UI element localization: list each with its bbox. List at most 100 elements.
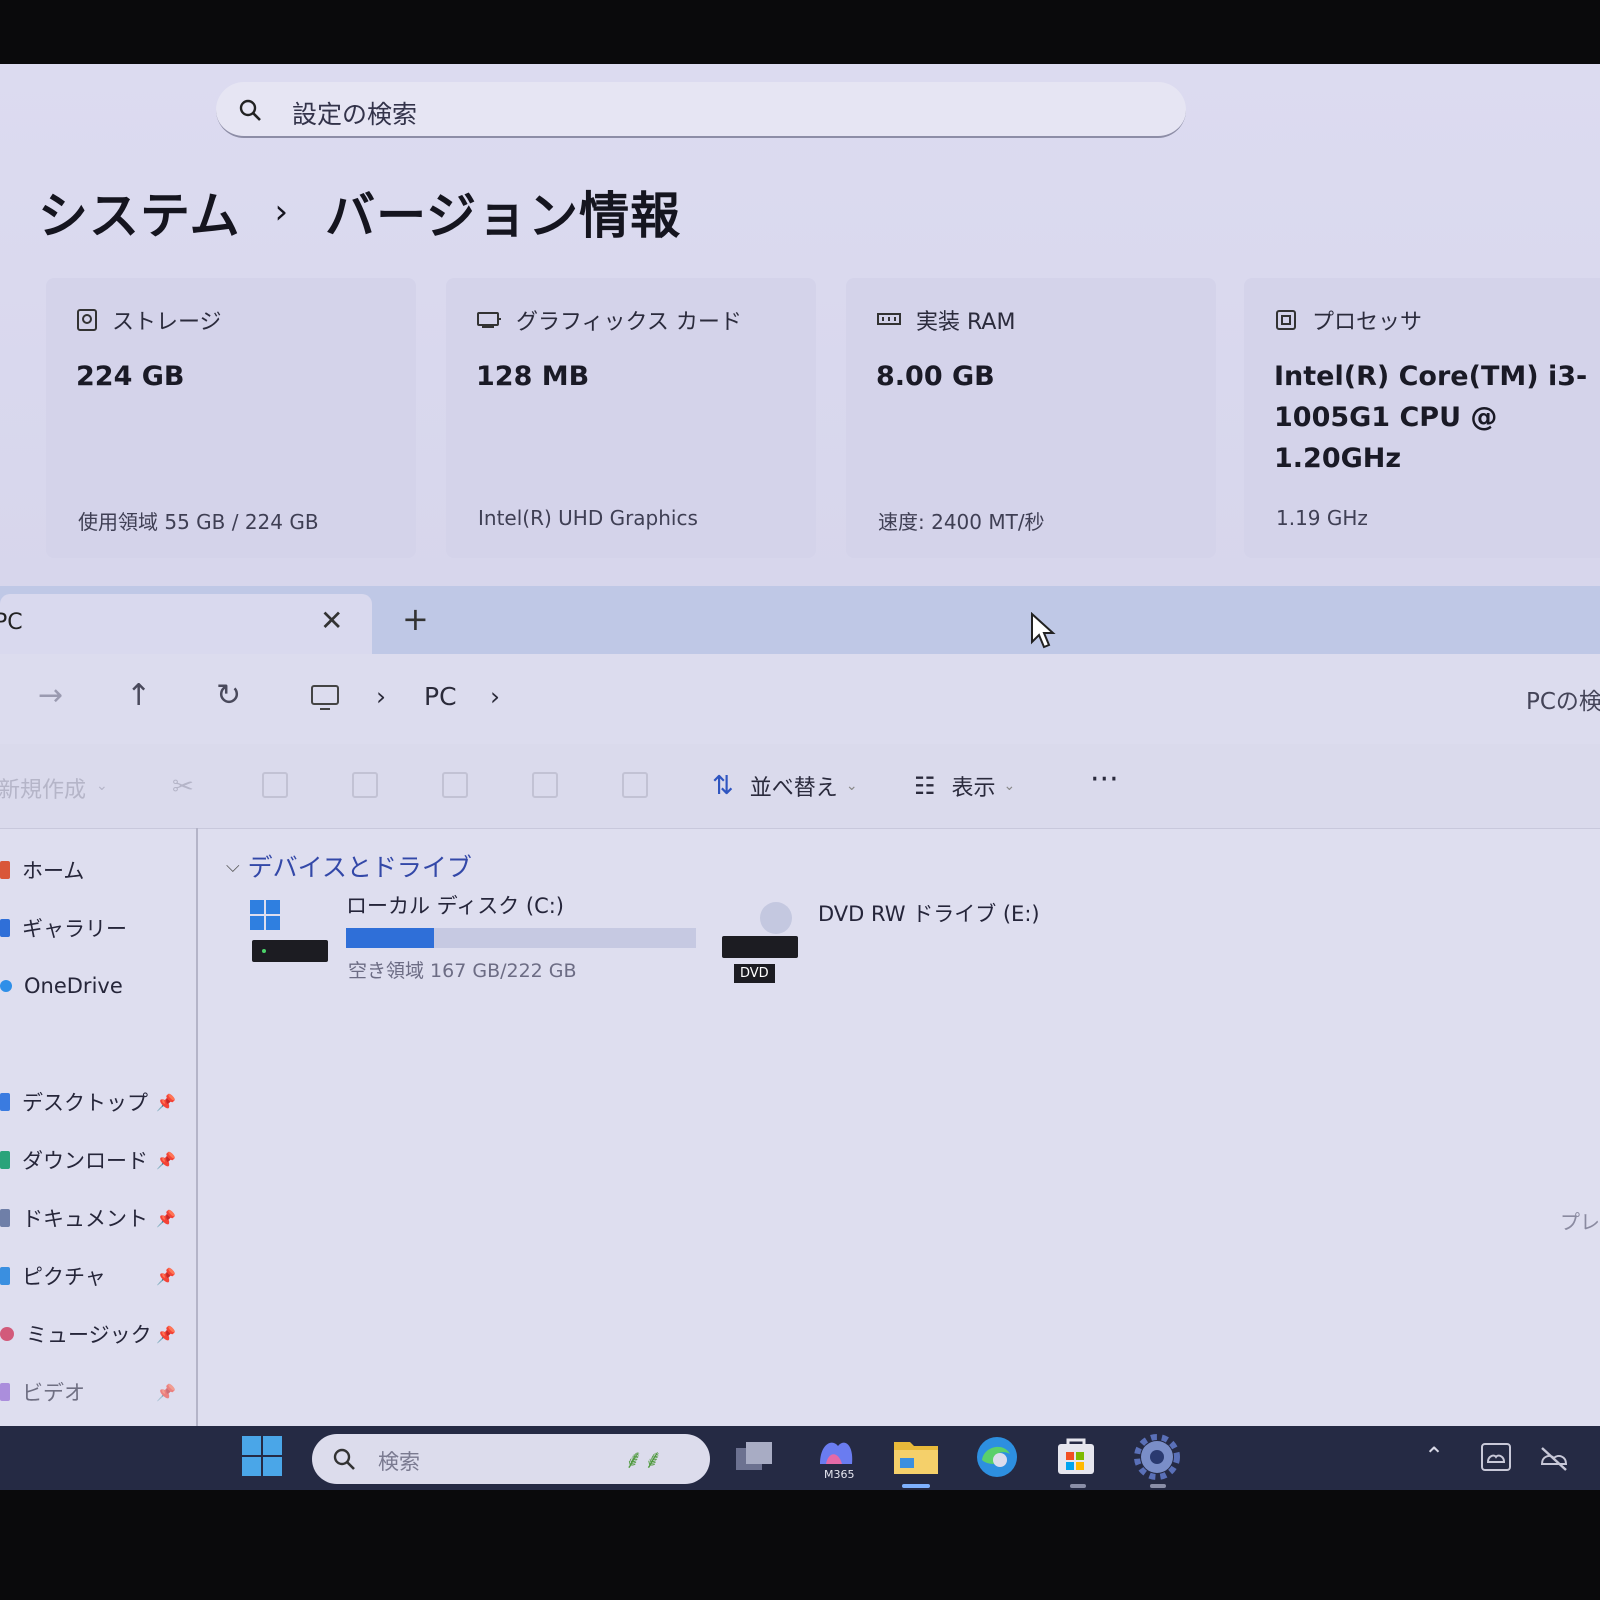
edge-icon — [977, 1437, 1017, 1477]
refresh-icon[interactable]: ↻ — [216, 678, 241, 713]
spec-label: プロセッサ — [1312, 310, 1423, 335]
chevron-up-icon[interactable]: ⌃ — [1424, 1442, 1444, 1470]
settings-search-input[interactable]: 設定の検索 — [216, 82, 1186, 138]
pin-icon[interactable]: 📌 — [156, 1151, 176, 1170]
sidebar-item-home[interactable]: ホーム — [0, 850, 84, 890]
up-arrow-icon[interactable]: ↑ — [126, 678, 151, 713]
onedrive-sync-icon[interactable] — [1480, 1442, 1512, 1472]
new-button[interactable]: 新規作成 — [0, 772, 86, 804]
sidebar-item-onedrive[interactable]: OneDrive — [0, 966, 123, 1006]
chevron-down-icon: ⌄ — [845, 778, 858, 794]
file-explorer-window: PC ✕ + → ↑ ↻ › PC › PCの検索 新規作成 ⌄ ✂ ⇅ — [0, 586, 1600, 1426]
share-icon[interactable] — [532, 772, 558, 798]
file-explorer-icon — [894, 1442, 938, 1474]
network-off-icon[interactable] — [1538, 1444, 1570, 1472]
pin-icon[interactable]: 📌 — [156, 1209, 176, 1228]
spec-label: ストレージ — [112, 310, 222, 335]
document-icon — [0, 1209, 10, 1227]
pc-monitor-icon — [311, 685, 339, 710]
sidebar-item-desktop[interactable]: デスクトップ 📌 — [0, 1082, 176, 1122]
active-app-indicator — [902, 1484, 930, 1488]
spec-sub: Intel(R) UHD Graphics — [478, 506, 698, 530]
spec-value: 224 GB — [76, 361, 185, 392]
drive-usage-fill — [346, 928, 434, 948]
start-button[interactable] — [240, 1434, 288, 1482]
drive-free-space: 空き領域 167 GB/222 GB — [348, 960, 577, 982]
task-view-button[interactable] — [730, 1434, 778, 1482]
video-icon — [0, 1383, 10, 1401]
spec-value: 8.00 GB — [876, 361, 995, 392]
m365-copilot-button[interactable]: M365 — [812, 1434, 860, 1482]
m365-label: M365 — [824, 1468, 855, 1481]
sidebar-item-downloads[interactable]: ダウンロード 📌 — [0, 1140, 176, 1180]
store-button[interactable] — [1054, 1434, 1102, 1488]
drive-name: DVD RW ドライブ (E:) — [818, 902, 1040, 926]
preview-pane-label[interactable]: プレビ — [1560, 1206, 1600, 1235]
pin-icon[interactable]: 📌 — [156, 1383, 176, 1402]
pin-icon[interactable]: 📌 — [156, 1267, 176, 1286]
drive-name: ローカル ディスク (C:) — [346, 894, 565, 918]
sidebar-item-label: ホーム — [22, 859, 85, 883]
chevron-right-icon[interactable]: › — [376, 682, 386, 711]
search-icon — [333, 1448, 355, 1470]
rename-icon[interactable] — [442, 772, 468, 798]
sidebar-item-documents[interactable]: ドキュメント 📌 — [0, 1198, 176, 1238]
spec-label: グラフィックス カード — [516, 310, 742, 335]
sidebar-item-pictures[interactable]: ピクチャ 📌 — [0, 1256, 176, 1296]
sidebar-item-label: デスクトップ — [22, 1091, 148, 1115]
sidebar-item-label: ドキュメント — [22, 1207, 148, 1231]
sidebar-item-music[interactable]: ミュージック 📌 — [0, 1314, 176, 1354]
page-title: バージョン情報 — [325, 187, 682, 245]
home-icon — [0, 861, 10, 879]
chevron-right-icon: › — [274, 192, 290, 232]
spec-label: 実装 RAM — [916, 310, 1016, 335]
address-crumb-pc[interactable]: PC — [424, 682, 457, 711]
settings-search-placeholder: 設定の検索 — [292, 100, 418, 129]
sidebar-item-videos[interactable]: ビデオ 📌 — [0, 1372, 176, 1412]
running-app-indicator — [1070, 1484, 1086, 1488]
sidebar-item-gallery[interactable]: ギャラリー — [0, 908, 127, 948]
chevron-down-icon: ⌄ — [96, 778, 108, 794]
group-title: デバイスとドライブ — [247, 853, 472, 882]
sort-label: 並べ替え — [749, 776, 838, 801]
delete-icon[interactable] — [622, 772, 648, 798]
chevron-down-icon: ⌄ — [1003, 778, 1016, 794]
address-bar: → ↑ ↻ › PC › PCの検索 — [0, 654, 1600, 744]
sidebar-item-label: ダウンロード — [22, 1149, 148, 1173]
sidebar-item-label: ギャラリー — [22, 917, 127, 941]
drive-item-e[interactable]: DVD DVD RW ドライブ (E:) — [720, 888, 1140, 988]
view-list-icon: ☷ — [914, 772, 936, 800]
sort-button[interactable]: ⇅ 並べ替え ⌄ — [712, 770, 858, 802]
picture-icon — [0, 1267, 10, 1285]
explorer-search-input[interactable]: PCの検索 — [1526, 682, 1600, 716]
spec-sub: 使用領域 55 GB / 224 GB — [78, 510, 319, 534]
chevron-right-icon[interactable]: › — [490, 682, 500, 711]
copy-icon[interactable] — [262, 772, 288, 798]
tab-pc[interactable]: PC ✕ — [0, 594, 372, 654]
pin-icon[interactable]: 📌 — [156, 1325, 176, 1344]
forward-icon[interactable]: → — [38, 678, 63, 713]
settings-button[interactable] — [1134, 1434, 1182, 1488]
edge-button[interactable] — [974, 1434, 1022, 1482]
close-icon[interactable]: ✕ — [320, 604, 343, 637]
spec-card-processor: プロセッサ Intel(R) Core(TM) i3-1005G1 CPU @ … — [1244, 278, 1600, 558]
spec-card-graphics: グラフィックス カード 128 MB Intel(R) UHD Graphics — [446, 278, 816, 558]
local-disk-icon — [250, 900, 328, 962]
taskbar-search-input[interactable]: 検索 ⸙⸙ — [312, 1434, 710, 1484]
paste-icon[interactable] — [352, 772, 378, 798]
spec-value: 128 MB — [476, 361, 590, 392]
gallery-icon — [0, 919, 10, 937]
drive-item-c[interactable]: ローカル ディスク (C:) 空き領域 167 GB/222 GB — [220, 888, 700, 988]
file-explorer-button[interactable] — [892, 1434, 940, 1488]
cut-icon[interactable]: ✂ — [172, 772, 194, 802]
view-button[interactable]: ☷ 表示 ⌄ — [914, 770, 1015, 802]
taskbar-search-placeholder: 検索 — [378, 1450, 420, 1474]
breadcrumb-system[interactable]: システム — [38, 176, 241, 248]
breadcrumb: システム › バージョン情報 — [38, 176, 681, 248]
pin-icon[interactable]: 📌 — [156, 1093, 176, 1112]
running-app-indicator — [1150, 1484, 1166, 1488]
more-options-button[interactable]: ··· — [1090, 762, 1119, 797]
store-icon — [1058, 1438, 1094, 1474]
new-tab-button[interactable]: + — [402, 600, 429, 638]
group-header-devices[interactable]: ⌵ デバイスとドライブ — [226, 848, 472, 884]
